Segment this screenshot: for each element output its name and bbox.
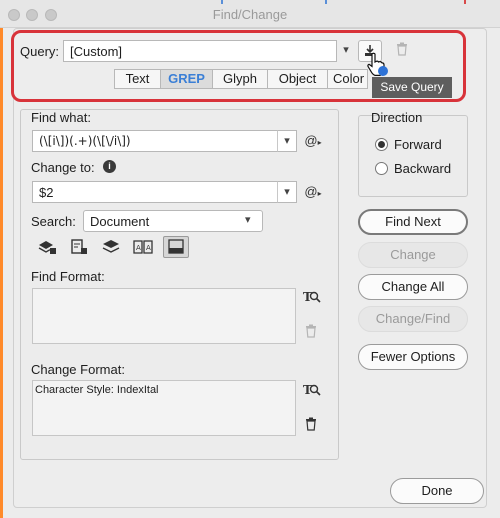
chevron-down-icon: ▾ [245,214,251,226]
specify-change-format-button[interactable]: T [303,381,321,399]
at-symbol-icon: @ [304,184,318,199]
trash-icon [306,417,316,431]
find-what-input[interactable]: (\[i\])(.+)(\[\/i\]) [32,130,278,152]
frame-marker [464,0,466,4]
special-characters-find-button[interactable]: @▸ [303,132,323,150]
format-search-icon: T [303,383,321,397]
window-title: Find/Change [212,7,288,22]
fewer-options-button[interactable]: Fewer Options [358,344,468,370]
search-scope-select[interactable]: Document [83,210,263,232]
include-master-pages-icon[interactable]: AA [132,238,154,256]
change-to-input[interactable]: $2 [32,181,278,203]
include-locked-layers-icon[interactable] [37,238,57,256]
find-what-dropdown[interactable]: ▾ [277,130,297,152]
find-what-label: Find what: [31,110,91,125]
change-button[interactable]: Change [358,242,468,268]
change-find-button[interactable]: Change/Find [358,306,468,332]
footnotes-icon [168,239,184,254]
at-symbol-icon: @ [304,133,318,148]
svg-text:A: A [146,244,151,252]
special-characters-change-button[interactable]: @▸ [303,183,323,201]
window-edge [0,0,3,518]
include-locked-stories-icon[interactable] [69,238,89,256]
frame-marker [221,0,223,4]
change-all-button[interactable]: Change All [358,274,468,300]
change-to-dropdown[interactable]: ▾ [277,181,297,203]
search-label: Search: [31,214,76,229]
done-button[interactable]: Done [390,478,484,504]
change-format-label: Change Format: [31,362,125,377]
backward-label[interactable]: Backward [394,161,451,176]
annotation-highlight [11,30,466,102]
forward-label[interactable]: Forward [394,137,442,152]
frame-marker [325,0,327,4]
change-format-box[interactable]: Character Style: IndexItal [32,380,296,436]
svg-text:A: A [136,244,141,252]
find-format-box[interactable] [32,288,296,344]
clear-find-format-button[interactable] [305,324,319,340]
find-format-label: Find Format: [31,269,105,284]
include-hidden-layers-icon[interactable] [101,238,121,256]
forward-radio[interactable] [375,138,388,151]
specify-find-format-button[interactable]: T [303,288,321,306]
direction-label: Direction [371,110,423,125]
info-icon[interactable]: i [103,160,116,173]
trash-icon [306,324,316,338]
direction-panel [358,115,468,197]
clear-change-format-button[interactable] [305,417,319,433]
include-footnotes-toggle[interactable] [163,236,189,258]
find-next-button[interactable]: Find Next [358,209,468,235]
backward-radio[interactable] [375,162,388,175]
change-to-label: Change to: [31,160,95,175]
format-search-icon: T [303,290,321,304]
